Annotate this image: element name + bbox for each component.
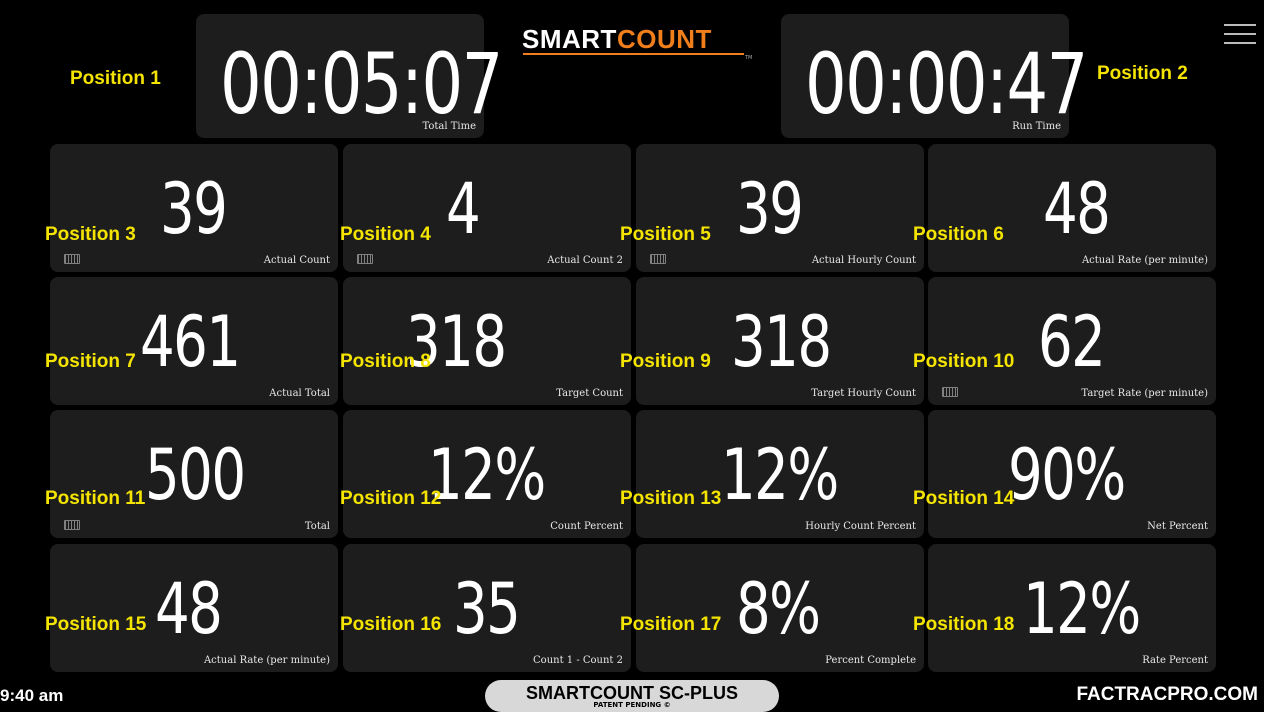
counter-caption: Actual Count 2 bbox=[547, 255, 623, 266]
keyboard-icon[interactable] bbox=[357, 254, 373, 264]
timer-tile-total-time[interactable]: 00:05:07 Total Time bbox=[196, 14, 503, 138]
position-label: Position 12 bbox=[340, 488, 442, 509]
counter-value: 318 bbox=[731, 301, 832, 383]
total-time-caption: Total Time bbox=[422, 121, 476, 132]
counter-value: 12% bbox=[1023, 568, 1141, 650]
position-label: Position 5 bbox=[620, 224, 711, 245]
position-label: Position 4 bbox=[340, 224, 431, 245]
counter-tile[interactable]: 35 Count 1 - Count 2 bbox=[343, 544, 631, 672]
counter-tile[interactable]: 39 Actual Hourly Count bbox=[636, 144, 924, 272]
counter-caption: Count 1 - Count 2 bbox=[533, 655, 623, 666]
keyboard-icon[interactable] bbox=[64, 254, 80, 264]
counter-value: 48 bbox=[1043, 168, 1111, 250]
position-label: Position 3 bbox=[45, 224, 136, 245]
position-label: Position 17 bbox=[620, 614, 722, 635]
keyboard-icon[interactable] bbox=[650, 254, 666, 264]
counter-caption: Count Percent bbox=[550, 521, 623, 532]
counter-tile[interactable]: 62 Target Rate (per minute) bbox=[928, 277, 1216, 405]
counter-caption: Target Count bbox=[556, 388, 623, 399]
keyboard-icon[interactable] bbox=[942, 387, 958, 397]
counter-caption: Target Rate (per minute) bbox=[1081, 388, 1208, 399]
position-label: Position 10 bbox=[913, 351, 1015, 372]
run-time-caption: Run Time bbox=[1012, 121, 1061, 132]
product-name: SMARTCOUNT SC-PLUS bbox=[526, 683, 738, 703]
counter-value: 8% bbox=[736, 568, 821, 650]
position-label-1: Position 1 bbox=[70, 68, 161, 89]
position-label: Position 16 bbox=[340, 614, 442, 635]
counter-tile[interactable]: 39 Actual Count bbox=[50, 144, 338, 272]
hamburger-menu-icon[interactable] bbox=[1224, 24, 1256, 44]
counter-caption: Actual Total bbox=[269, 388, 330, 399]
counter-tile[interactable]: 4 Actual Count 2 bbox=[343, 144, 631, 272]
counter-tile[interactable]: 461 Actual Total bbox=[50, 277, 338, 405]
product-badge: SMARTCOUNT SC-PLUS PATENT PENDING © bbox=[485, 680, 779, 712]
keyboard-icon[interactable] bbox=[64, 520, 80, 530]
counter-value: 62 bbox=[1038, 301, 1106, 383]
position-label: Position 13 bbox=[620, 488, 722, 509]
total-time-value: 00:05:07 bbox=[220, 35, 503, 133]
logo-underline bbox=[523, 53, 744, 55]
counter-caption: Actual Hourly Count bbox=[811, 255, 916, 266]
position-label: Position 15 bbox=[45, 614, 147, 635]
counter-tile[interactable]: 48 Actual Rate (per minute) bbox=[928, 144, 1216, 272]
website-link[interactable]: FACTRACPRO.COM bbox=[1076, 684, 1258, 706]
counter-value: 90% bbox=[1008, 434, 1126, 516]
counter-caption: Rate Percent bbox=[1142, 655, 1208, 666]
position-label: Position 11 bbox=[45, 488, 146, 509]
counter-tile[interactable]: 500 Total bbox=[50, 410, 338, 538]
counter-value: 35 bbox=[453, 568, 521, 650]
counter-caption: Percent Complete bbox=[825, 655, 916, 666]
logo-trademark: TM bbox=[745, 55, 753, 61]
counter-value: 12% bbox=[428, 434, 546, 516]
counter-value: 500 bbox=[145, 434, 246, 516]
logo-text-smart: SMART bbox=[522, 24, 617, 54]
counter-caption: Net Percent bbox=[1147, 521, 1208, 532]
position-label: Position 6 bbox=[913, 224, 1004, 245]
counter-caption: Hourly Count Percent bbox=[805, 521, 916, 532]
position-label: Position 18 bbox=[913, 614, 1015, 635]
counter-value: 461 bbox=[140, 301, 241, 383]
smartcount-logo: SMARTCOUNT bbox=[522, 26, 712, 52]
counter-value: 39 bbox=[160, 168, 228, 250]
counter-value: 4 bbox=[446, 168, 481, 250]
counter-caption: Actual Rate (per minute) bbox=[1081, 255, 1208, 266]
counter-tile[interactable]: 318 Target Count bbox=[343, 277, 631, 405]
counter-tile[interactable]: 48 Actual Rate (per minute) bbox=[50, 544, 338, 672]
counter-value: 12% bbox=[721, 434, 839, 516]
position-label: Position 8 bbox=[340, 351, 431, 372]
counter-tile[interactable]: 12% Rate Percent bbox=[928, 544, 1216, 672]
counter-caption: Actual Count bbox=[263, 255, 330, 266]
counter-caption: Actual Rate (per minute) bbox=[203, 655, 330, 666]
position-label: Position 14 bbox=[913, 488, 1015, 509]
counter-tile[interactable]: 90% Net Percent bbox=[928, 410, 1216, 538]
position-label: Position 7 bbox=[45, 351, 136, 372]
counter-caption: Total bbox=[304, 521, 330, 532]
counter-tile[interactable]: 12% Count Percent bbox=[343, 410, 631, 538]
run-time-value: 00:00:47 bbox=[805, 35, 1088, 133]
timer-tile-run-time[interactable]: 00:00:47 Run Time bbox=[781, 14, 1088, 138]
logo-text-count: COUNT bbox=[616, 24, 712, 54]
clock-time: 9:40 am bbox=[0, 686, 64, 705]
position-label: Position 9 bbox=[620, 351, 711, 372]
counter-value: 39 bbox=[736, 168, 804, 250]
counter-tile[interactable]: 318 Target Hourly Count bbox=[636, 277, 924, 405]
counter-tile[interactable]: 8% Percent Complete bbox=[636, 544, 924, 672]
counter-value: 48 bbox=[155, 568, 223, 650]
position-label-2: Position 2 bbox=[1097, 63, 1188, 84]
counter-tile[interactable]: 12% Hourly Count Percent bbox=[636, 410, 924, 538]
counter-caption: Target Hourly Count bbox=[811, 388, 916, 399]
